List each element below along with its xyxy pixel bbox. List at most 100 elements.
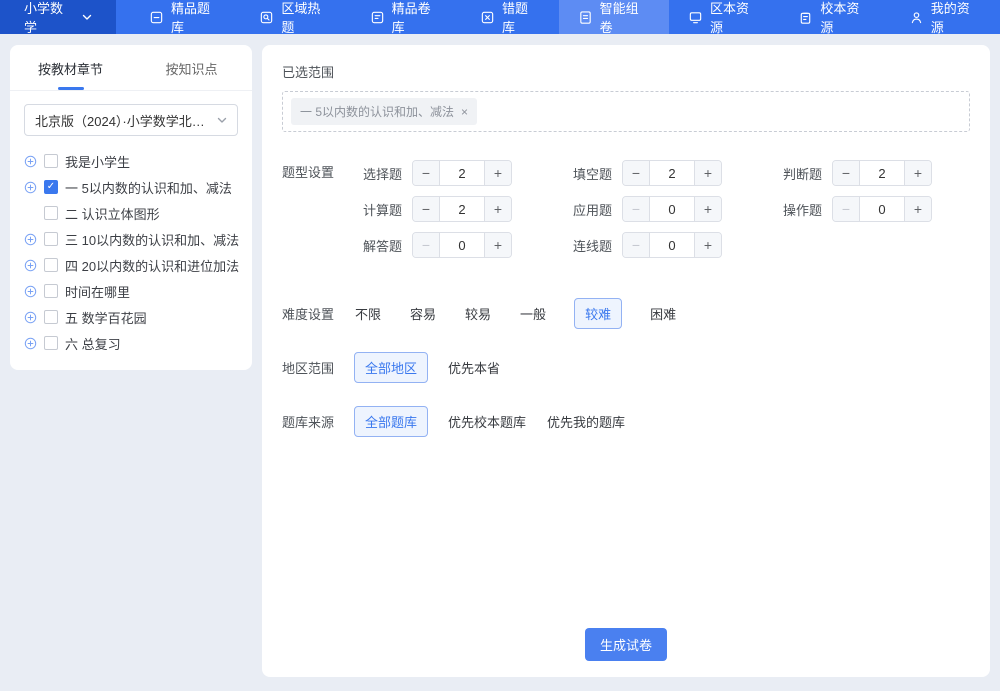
- region-option[interactable]: 优先本省: [447, 352, 501, 383]
- textbook-select[interactable]: 北京版（2024）·小学数学北京版...: [24, 104, 238, 136]
- chapter-checkbox[interactable]: ✓: [44, 180, 58, 194]
- tree-item-label: 二 认识立体图形: [65, 204, 160, 223]
- tag-close-icon[interactable]: ×: [461, 105, 468, 119]
- count-value[interactable]: 0: [440, 233, 484, 257]
- chapter-checkbox[interactable]: [44, 258, 58, 272]
- decrement-button[interactable]: −: [413, 197, 440, 221]
- question-type-label: 计算题: [354, 200, 402, 219]
- source-option[interactable]: 优先校本题库: [447, 406, 527, 437]
- nav-item-paper-pen[interactable]: 精品卷库: [351, 0, 461, 34]
- chevron-down-icon: [217, 116, 227, 124]
- tree-item[interactable]: ✓一 5以内数的认识和加、减法: [24, 174, 238, 200]
- region-option[interactable]: 全部地区: [354, 352, 428, 383]
- count-value[interactable]: 2: [650, 161, 694, 185]
- tree-item[interactable]: 四 20以内数的认识和进位加法: [24, 252, 238, 278]
- question-type-row: 判断题−2+: [774, 160, 932, 186]
- count-stepper: −2+: [412, 196, 512, 222]
- paper-pen-icon: [370, 10, 385, 25]
- increment-button[interactable]: +: [484, 161, 511, 185]
- region-section-label: 地区范围: [282, 358, 334, 377]
- decrement-button[interactable]: −: [413, 161, 440, 185]
- tree-item-label: 三 10以内数的认识和加、减法: [65, 230, 239, 249]
- decrement-button[interactable]: −: [833, 161, 860, 185]
- tab-by-knowledge[interactable]: 按知识点: [131, 45, 252, 90]
- sidebar-tabs: 按教材章节 按知识点: [10, 45, 252, 91]
- difficulty-section: 难度设置 不限容易较易一般较难困难: [282, 298, 970, 329]
- count-value[interactable]: 0: [650, 197, 694, 221]
- count-stepper: −2+: [832, 160, 932, 186]
- main-panel: 已选范围 一 5以内数的认识和加、减法 × 题型设置 选择题−2+填空题−2+判…: [262, 45, 990, 677]
- chevron-down-icon: [82, 13, 92, 21]
- source-option[interactable]: 全部题库: [354, 406, 428, 437]
- nav-item-smart-paper[interactable]: 智能组卷: [559, 0, 669, 34]
- difficulty-option[interactable]: 一般: [519, 298, 547, 329]
- tab-by-chapter[interactable]: 按教材章节: [10, 45, 131, 90]
- difficulty-option[interactable]: 困难: [649, 298, 677, 329]
- question-type-label: 连线题: [564, 236, 612, 255]
- nav-item-user[interactable]: 我的资源: [890, 0, 1000, 34]
- tree-item[interactable]: 二 认识立体图形: [24, 200, 238, 226]
- chapter-checkbox[interactable]: [44, 284, 58, 298]
- difficulty-option[interactable]: 容易: [409, 298, 437, 329]
- difficulty-option[interactable]: 不限: [354, 298, 382, 329]
- expand-plus-icon[interactable]: [24, 233, 37, 246]
- decrement-button[interactable]: −: [623, 161, 650, 185]
- nav-item-label: 区域热题: [281, 0, 331, 36]
- chapter-checkbox[interactable]: [44, 154, 58, 168]
- tree-item[interactable]: 五 数学百花园: [24, 304, 238, 330]
- increment-button[interactable]: +: [694, 161, 721, 185]
- decrement-button[interactable]: −: [833, 197, 860, 221]
- difficulty-option[interactable]: 较难: [574, 298, 622, 329]
- difficulty-section-label: 难度设置: [282, 304, 334, 323]
- question-type-row: 连线题−0+: [564, 232, 722, 258]
- tree-item[interactable]: 我是小学生: [24, 148, 238, 174]
- count-value[interactable]: 0: [860, 197, 904, 221]
- increment-button[interactable]: +: [694, 233, 721, 257]
- count-value[interactable]: 2: [440, 197, 484, 221]
- tree-item[interactable]: 六 总复习: [24, 330, 238, 356]
- tree-item-label: 我是小学生: [65, 152, 130, 171]
- page-body: 按教材章节 按知识点 北京版（2024）·小学数学北京版... 我是小学生✓一 …: [0, 34, 1000, 677]
- decrement-button[interactable]: −: [623, 197, 650, 221]
- increment-button[interactable]: +: [694, 197, 721, 221]
- expand-plus-icon[interactable]: [24, 285, 37, 298]
- count-value[interactable]: 0: [650, 233, 694, 257]
- expand-plus-icon[interactable]: [24, 337, 37, 350]
- count-value[interactable]: 2: [440, 161, 484, 185]
- increment-button[interactable]: +: [904, 197, 931, 221]
- nav-item-doc[interactable]: 精品题库: [130, 0, 240, 34]
- increment-button[interactable]: +: [484, 233, 511, 257]
- chapter-checkbox[interactable]: [44, 232, 58, 246]
- difficulty-option[interactable]: 较易: [464, 298, 492, 329]
- tree-item-label: 五 数学百花园: [65, 308, 147, 327]
- nav-item-screen[interactable]: 区本资源: [669, 0, 779, 34]
- nav-item-wrong-book[interactable]: 错题库: [461, 0, 559, 34]
- tree-item[interactable]: 时间在哪里: [24, 278, 238, 304]
- nav-items: 精品题库 区域热题精品卷库错题库智能组卷区本资源校本资源我的资源: [130, 0, 1000, 34]
- increment-button[interactable]: +: [904, 161, 931, 185]
- selected-scope-label: 已选范围: [282, 62, 970, 81]
- expand-plus-icon[interactable]: [24, 259, 37, 272]
- tree-item[interactable]: 三 10以内数的认识和加、减法: [24, 226, 238, 252]
- top-navbar: 小学数学 精品题库 区域热题精品卷库错题库智能组卷区本资源校本资源我的资源: [0, 0, 1000, 34]
- count-value[interactable]: 2: [860, 161, 904, 185]
- tab-by-chapter-label: 按教材章节: [38, 62, 103, 77]
- generate-paper-button[interactable]: 生成试卷: [585, 628, 667, 661]
- expand-plus-icon[interactable]: [24, 311, 37, 324]
- nav-item-search[interactable]: 区域热题: [240, 0, 350, 34]
- subject-selector[interactable]: 小学数学: [0, 0, 116, 34]
- selected-scope-tag: 一 5以内数的认识和加、减法 ×: [291, 98, 477, 125]
- nav-item-clipboard[interactable]: 校本资源: [779, 0, 889, 34]
- increment-button[interactable]: +: [484, 197, 511, 221]
- source-option[interactable]: 优先我的题库: [546, 406, 626, 437]
- doc-icon: [149, 10, 164, 25]
- question-type-label: 填空题: [564, 164, 612, 183]
- expand-plus-icon[interactable]: [24, 181, 37, 194]
- decrement-button[interactable]: −: [623, 233, 650, 257]
- chapter-checkbox[interactable]: [44, 336, 58, 350]
- chapter-checkbox[interactable]: [44, 206, 58, 220]
- chapter-checkbox[interactable]: [44, 310, 58, 324]
- decrement-button[interactable]: −: [413, 233, 440, 257]
- expand-plus-icon[interactable]: [24, 155, 37, 168]
- nav-item-label: 精品题库: [171, 0, 221, 36]
